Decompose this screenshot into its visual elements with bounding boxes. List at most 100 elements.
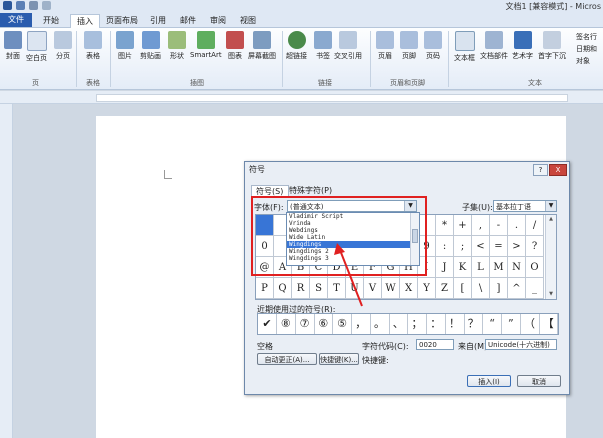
- tab-insert[interactable]: 插入: [70, 14, 100, 28]
- symbol-cell[interactable]: Q: [274, 278, 292, 299]
- symbol-cell[interactable]: O: [526, 257, 544, 278]
- drop-cap-button[interactable]: 首字下沉: [538, 31, 566, 61]
- tab-page-layout[interactable]: 页面布局: [104, 14, 140, 27]
- object-item[interactable]: 对象: [576, 56, 590, 66]
- chart-label: 图表: [228, 52, 242, 60]
- picture-button[interactable]: 图片: [116, 31, 134, 61]
- symbol-cell[interactable]: =: [490, 236, 508, 257]
- symbol-cell[interactable]: /: [526, 215, 544, 236]
- symbol-cell[interactable]: W: [382, 278, 400, 299]
- symbol-cell[interactable]: K: [454, 257, 472, 278]
- bookmark-icon: [314, 31, 332, 49]
- tab-review[interactable]: 审阅: [206, 14, 230, 27]
- vertical-ruler[interactable]: [0, 104, 13, 438]
- header-button[interactable]: 页眉: [376, 31, 394, 61]
- symbol-cell[interactable]: .: [508, 215, 526, 236]
- page-break-button[interactable]: 分页: [54, 31, 72, 61]
- signature-line-item[interactable]: 签名行: [576, 32, 597, 42]
- insert-button[interactable]: 插入(I): [467, 375, 511, 387]
- scroll-up-icon[interactable]: ▲: [546, 215, 556, 224]
- chevron-down-icon[interactable]: ▼: [545, 201, 556, 211]
- symbol-cell[interactable]: M: [490, 257, 508, 278]
- symbol-cell[interactable]: >: [508, 236, 526, 257]
- symbol-cell[interactable]: _: [526, 278, 544, 299]
- help-button[interactable]: ?: [533, 164, 548, 176]
- symbol-cell[interactable]: X: [400, 278, 418, 299]
- redo-icon[interactable]: [42, 1, 51, 10]
- symbol-grid-scrollbar[interactable]: ▲ ▼: [545, 215, 556, 299]
- screenshot-button[interactable]: 屏幕截图: [248, 31, 276, 61]
- smartart-button[interactable]: SmartArt: [190, 31, 222, 59]
- recent-symbols-row[interactable]: ✔ ⑧ ⑦ ⑥ ⑤，。、；：！？ “” （【: [257, 313, 559, 335]
- recent-symbol-cell[interactable]: ⑧: [277, 314, 296, 334]
- horizontal-ruler[interactable]: [0, 91, 603, 104]
- recent-symbol-cell[interactable]: ：: [427, 314, 446, 334]
- clip-art-button[interactable]: 剪贴画: [140, 31, 161, 61]
- recent-symbol-cell[interactable]: ！: [446, 314, 465, 334]
- cover-page-label: 封面: [6, 52, 20, 60]
- symbol-cell[interactable]: ;: [454, 236, 472, 257]
- chart-button[interactable]: 图表: [226, 31, 244, 61]
- tab-home[interactable]: 开始: [38, 14, 64, 27]
- from-select[interactable]: Unicode(十六进制): [485, 339, 557, 350]
- symbol-cell[interactable]: Y: [418, 278, 436, 299]
- tab-references[interactable]: 引用: [146, 14, 170, 27]
- undo-icon[interactable]: [29, 1, 38, 10]
- subset-select[interactable]: 基本拉丁语 ▼: [493, 200, 557, 212]
- recent-symbol-cell[interactable]: 、: [389, 314, 409, 334]
- tab-view[interactable]: 视图: [236, 14, 260, 27]
- symbol-cell[interactable]: J: [436, 257, 454, 278]
- symbol-cell[interactable]: \: [472, 278, 490, 299]
- symbol-cell[interactable]: -: [490, 215, 508, 236]
- tab-file[interactable]: 文件: [0, 13, 32, 27]
- bookmark-button[interactable]: 书签: [314, 31, 332, 61]
- footer-button[interactable]: 页脚: [400, 31, 418, 61]
- symbol-cell[interactable]: P: [256, 278, 274, 299]
- recent-symbol-cell[interactable]: （: [521, 314, 540, 334]
- screenshot-label: 屏幕截图: [248, 52, 276, 60]
- quick-parts-button[interactable]: 文档部件: [480, 31, 508, 61]
- quick-parts-icon: [485, 31, 503, 49]
- symbol-cell[interactable]: [: [454, 278, 472, 299]
- cross-reference-button[interactable]: 交叉引用: [334, 31, 362, 61]
- date-time-item[interactable]: 日期和: [576, 44, 597, 54]
- scroll-down-icon[interactable]: ▼: [546, 290, 556, 299]
- symbol-cell[interactable]: R: [292, 278, 310, 299]
- symbol-cell[interactable]: ?: [526, 236, 544, 257]
- recent-symbol-cell[interactable]: 【: [539, 314, 559, 334]
- close-button[interactable]: X: [549, 164, 567, 176]
- symbol-cell[interactable]: ,: [472, 215, 490, 236]
- smartart-icon: [196, 31, 215, 49]
- autocorrect-button[interactable]: 自动更正(A)...: [257, 353, 317, 365]
- symbol-cell[interactable]: ^: [508, 278, 526, 299]
- cover-page-button[interactable]: 封面: [4, 31, 22, 61]
- recent-symbol-cell[interactable]: ”: [502, 314, 521, 334]
- symbol-cell[interactable]: *: [436, 215, 454, 236]
- symbol-cell[interactable]: +: [454, 215, 472, 236]
- group-label-text: 文本: [528, 79, 542, 87]
- table-button[interactable]: 表格: [84, 31, 102, 61]
- tab-mailings[interactable]: 邮件: [176, 14, 200, 27]
- recent-symbol-cell[interactable]: ⑦: [296, 314, 315, 334]
- wordart-button[interactable]: 艺术字: [512, 31, 533, 61]
- chart-icon: [226, 31, 244, 49]
- shortcut-key-button[interactable]: 快捷键(K)...: [319, 353, 359, 365]
- character-code-input[interactable]: 0020: [416, 339, 454, 350]
- symbol-cell[interactable]: :: [436, 236, 454, 257]
- symbol-cell[interactable]: N: [508, 257, 526, 278]
- recent-symbol-cell[interactable]: “: [483, 314, 502, 334]
- recent-symbol-cell[interactable]: ？: [464, 314, 484, 334]
- blank-page-button[interactable]: 空白页: [26, 31, 47, 63]
- symbol-cell[interactable]: L: [472, 257, 490, 278]
- text-box-button[interactable]: 文本框: [454, 31, 475, 63]
- recent-symbol-cell[interactable]: ✔: [258, 314, 277, 334]
- hyperlink-button[interactable]: 超链接: [286, 31, 307, 61]
- save-icon[interactable]: [16, 1, 25, 10]
- cancel-button[interactable]: 取消: [517, 375, 561, 387]
- symbol-cell[interactable]: <: [472, 236, 490, 257]
- shapes-button[interactable]: 形状: [168, 31, 186, 61]
- symbol-cell[interactable]: ]: [490, 278, 508, 299]
- page-number-button[interactable]: 页码: [424, 31, 442, 61]
- symbol-cell[interactable]: Z: [436, 278, 454, 299]
- recent-symbol-cell[interactable]: ；: [408, 314, 427, 334]
